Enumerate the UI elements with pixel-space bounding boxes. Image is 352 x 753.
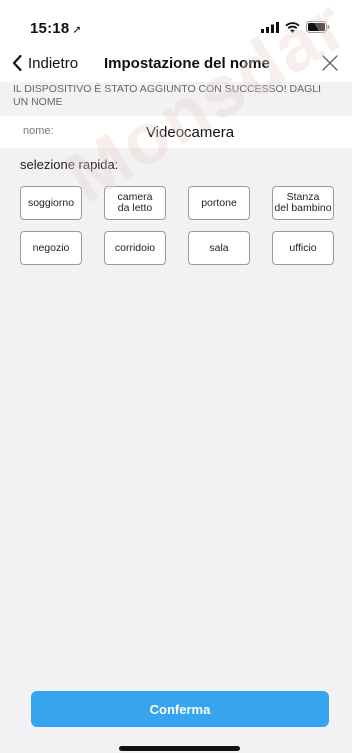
chip-stanza-del-bambino[interactable]: Stanza del bambino bbox=[272, 186, 334, 220]
chip-ufficio[interactable]: ufficio bbox=[272, 231, 334, 265]
chip-camera-da-letto[interactable]: camera da letto bbox=[104, 186, 166, 220]
name-label: nome: bbox=[23, 125, 54, 137]
battery-icon bbox=[306, 21, 330, 33]
confirm-button[interactable]: Conferma bbox=[31, 691, 329, 727]
wifi-icon bbox=[285, 21, 300, 33]
chip-portone[interactable]: portone bbox=[188, 186, 250, 220]
quick-select-label: selezione rapida: bbox=[20, 157, 119, 172]
name-input[interactable] bbox=[90, 120, 290, 144]
system-icons bbox=[261, 20, 330, 34]
signal-icon bbox=[261, 21, 279, 33]
status-time: 15:18 ➚ bbox=[30, 20, 82, 37]
chip-negozio[interactable]: negozio bbox=[20, 231, 82, 265]
location-arrow-icon: ➚ bbox=[72, 24, 82, 36]
chip-sala[interactable]: sala bbox=[188, 231, 250, 265]
status-bar: 15:18 ➚ bbox=[0, 0, 352, 44]
close-icon[interactable] bbox=[320, 53, 340, 73]
home-indicator bbox=[119, 746, 240, 751]
nav-bar: Indietro Impostazione del nome bbox=[0, 44, 352, 82]
chevron-left-icon bbox=[12, 55, 22, 71]
back-button[interactable]: Indietro bbox=[12, 51, 78, 75]
chip-soggiorno[interactable]: soggiorno bbox=[20, 186, 82, 220]
chip-corridoio[interactable]: corridoio bbox=[104, 231, 166, 265]
name-row: nome: bbox=[0, 116, 352, 148]
back-label: Indietro bbox=[28, 54, 79, 72]
success-notice: IL DISPOSITIVO È STATO AGGIUNTO CON SUCC… bbox=[0, 82, 352, 116]
page-title: Impostazione del nome bbox=[104, 55, 270, 72]
success-notice-text: IL DISPOSITIVO È STATO AGGIUNTO CON SUCC… bbox=[13, 83, 322, 108]
